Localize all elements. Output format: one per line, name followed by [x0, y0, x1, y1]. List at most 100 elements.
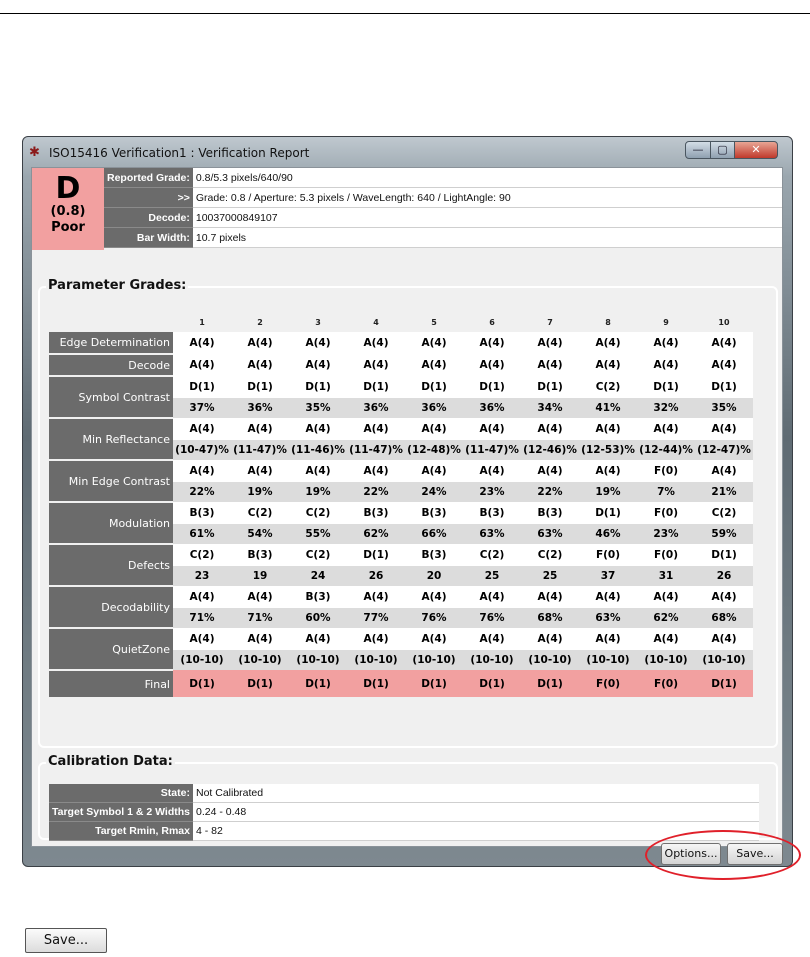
column-header: 8	[605, 317, 611, 327]
value-cell: 36%	[231, 398, 289, 418]
grade-cell: A(4)	[637, 586, 695, 608]
column-header-row: 1 2 3 4 5 6 7 8 9 10	[49, 312, 753, 332]
value-cell: 25	[521, 566, 579, 586]
value-cell: 59%	[695, 524, 753, 544]
parameter-name: Decode	[49, 354, 173, 377]
value-cell: (11-47)%	[231, 440, 289, 460]
close-button[interactable]: ✕	[734, 141, 778, 159]
grade-cell: A(4)	[231, 586, 289, 608]
parameter-name: Defects	[49, 544, 173, 587]
grade-info-table: Reported Grade: 0.8/5.3 pixels/640/90 >>…	[104, 168, 782, 248]
value-cell: 24	[289, 566, 347, 586]
minimize-button[interactable]: —	[685, 141, 711, 159]
grade-cell: A(4)	[579, 418, 637, 440]
grade-cell: C(2)	[695, 502, 753, 524]
grade-cell: A(4)	[579, 332, 637, 354]
value-cell: 37%	[173, 398, 231, 418]
value-cell: 22%	[347, 482, 405, 502]
info-value: Grade: 0.8 / Aperture: 5.3 pixels / Wave…	[192, 187, 782, 208]
column-header: 2	[257, 317, 263, 327]
grade-cell: A(4)	[231, 418, 289, 440]
info-row: Reported Grade: 0.8/5.3 pixels/640/90	[104, 168, 782, 188]
parameter-grade-row: Decode A(4) A(4) A(4) A(4) A(4) A(4) A(4) A(4) A(…	[49, 354, 753, 377]
value-cell: (10-10)	[347, 650, 405, 670]
grade-cell: A(4)	[463, 418, 521, 440]
grade-cell: A(4)	[695, 354, 753, 376]
value-cell: (11-47)%	[463, 440, 521, 460]
parameter-name: Edge Determination	[49, 332, 173, 355]
grade-cell: C(2)	[579, 376, 637, 398]
calibration-value: Not Calibrated	[192, 784, 759, 803]
parameter-name: Symbol Contrast	[49, 376, 173, 419]
info-value: 10.7 pixels	[192, 227, 782, 248]
parameter-grade-row: Defects C(2) B(3) C(2) D(1) B(3) C(2) C(2) F(0) F…	[49, 544, 753, 587]
grade-cell: A(4)	[231, 460, 289, 482]
options-button[interactable]: Options...	[661, 843, 721, 865]
value-cell: (10-10)	[695, 650, 753, 670]
grade-cell: A(4)	[231, 628, 289, 650]
value-cell: (10-10)	[173, 650, 231, 670]
value-cell: 46%	[579, 524, 637, 544]
column-header: 3	[315, 317, 321, 327]
value-cell: (12-47)%	[695, 440, 753, 460]
value-cell: 22%	[521, 482, 579, 502]
grade-cell: D(1)	[463, 376, 521, 398]
grade-cell: A(4)	[347, 586, 405, 608]
grade-cell: A(4)	[521, 586, 579, 608]
grade-cell: A(4)	[173, 418, 231, 440]
value-cell: 37	[579, 566, 637, 586]
final-grade-cell: D(1)	[347, 670, 405, 697]
parameter-name: QuietZone	[49, 628, 173, 671]
value-cell: 62%	[637, 608, 695, 628]
value-cell: 71%	[231, 608, 289, 628]
grade-cell: D(1)	[521, 376, 579, 398]
grade-cell: A(4)	[173, 460, 231, 482]
overall-grade-badge: D (0.8) Poor	[32, 168, 104, 250]
parameter-grade-row: Modulation B(3) C(2) C(2) B(3) B(3) B(3) B(3) D(…	[49, 502, 753, 545]
grade-value: (0.8)	[50, 204, 86, 219]
grade-cell: A(4)	[347, 418, 405, 440]
grade-cell: D(1)	[173, 376, 231, 398]
title-bar[interactable]: ✱ ISO15416 Verification1 : Verification …	[23, 137, 792, 167]
grade-cell: A(4)	[405, 586, 463, 608]
verification-report-window: ✱ ISO15416 Verification1 : Verification …	[22, 136, 793, 867]
value-cell: 41%	[579, 398, 637, 418]
grade-cell: A(4)	[347, 354, 405, 376]
grade-cell: A(4)	[579, 354, 637, 376]
grade-cell: A(4)	[463, 332, 521, 354]
grade-cell: A(4)	[289, 418, 347, 440]
column-header: 5	[431, 317, 437, 327]
grade-cell: A(4)	[173, 628, 231, 650]
parameter-name: Modulation	[49, 502, 173, 545]
grade-cell: C(2)	[231, 502, 289, 524]
grade-cell: D(1)	[289, 376, 347, 398]
standalone-save-button[interactable]: Save...	[25, 928, 107, 953]
grade-cell: D(1)	[347, 376, 405, 398]
grade-cell: A(4)	[637, 332, 695, 354]
grade-cell: D(1)	[405, 376, 463, 398]
calibration-data-title: Calibration Data:	[46, 754, 175, 769]
grade-cell: A(4)	[289, 628, 347, 650]
value-cell: 71%	[173, 608, 231, 628]
grade-cell: A(4)	[405, 354, 463, 376]
final-grade-cell: D(1)	[463, 670, 521, 697]
save-button[interactable]: Save...	[727, 843, 783, 865]
maximize-button[interactable]: ▢	[710, 141, 735, 159]
info-row: Bar Width: 10.7 pixels	[104, 227, 782, 248]
value-cell: 62%	[347, 524, 405, 544]
parameter-grade-row: Min Reflectance A(4) A(4) A(4) A(4) A(4) A(4) A…	[49, 418, 753, 461]
grade-cell: D(1)	[347, 544, 405, 566]
value-cell: 68%	[521, 608, 579, 628]
grade-cell: A(4)	[405, 460, 463, 482]
grade-cell: A(4)	[405, 628, 463, 650]
grade-cell: A(4)	[347, 332, 405, 354]
parameter-grades-title: Parameter Grades:	[46, 278, 189, 293]
calibration-row: Target Symbol 1 & 2 Widths 0.24 - 0.48	[49, 802, 759, 822]
column-header: 6	[489, 317, 495, 327]
grade-cell: F(0)	[637, 460, 695, 482]
grade-cell: B(3)	[405, 502, 463, 524]
grade-cell: A(4)	[231, 354, 289, 376]
value-cell: 35%	[695, 398, 753, 418]
value-cell: 32%	[637, 398, 695, 418]
grade-cell: B(3)	[521, 502, 579, 524]
